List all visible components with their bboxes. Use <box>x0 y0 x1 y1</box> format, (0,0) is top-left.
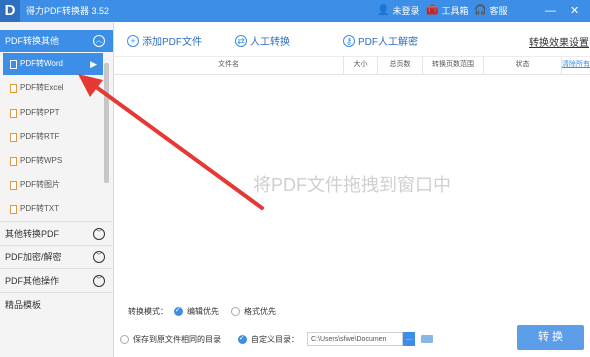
mode-format-radio[interactable] <box>231 307 240 316</box>
sidebar-item-label: PDF转图片 <box>20 180 60 189</box>
mode-edit-label: 编辑优先 <box>187 307 219 316</box>
group-other-to-pdf[interactable]: 其他转换PDF ﹀ <box>0 223 113 245</box>
save-same-label: 保存到原文件相同的目录 <box>133 334 221 344</box>
manual-unlock-button[interactable]: ⚷ PDF人工解密 <box>343 33 418 48</box>
group-label: 精品模板 <box>5 300 42 310</box>
login-label: 未登录 <box>392 6 420 16</box>
manual-convert-label: 人工转换 <box>250 37 290 48</box>
sidebar-item-label: PDF转TXT <box>20 204 60 213</box>
file-table-header: 文件名 大小 总页数 转换页数范围 状态 清除所有 <box>114 56 590 75</box>
custom-dir-radio[interactable] <box>238 334 247 344</box>
service-button[interactable]: 🎧 客服 <box>474 0 507 22</box>
plus-icon: + <box>127 34 139 47</box>
column-status: 状态 <box>484 56 562 74</box>
group-label: PDF转换其他 <box>5 36 60 46</box>
column-filename: 文件名 <box>114 56 344 74</box>
sidebar-item-label: PDF转Excel <box>20 83 64 92</box>
sidebar-item-pdf-to-wps[interactable]: PDF转WPS <box>3 150 103 172</box>
sidebar-scrollbar[interactable] <box>104 63 109 183</box>
column-page-range: 转换页数范围 <box>423 56 484 74</box>
sidebar-item-label: PDF转WPS <box>20 156 63 165</box>
close-button[interactable]: ✕ <box>570 0 579 22</box>
key-icon: ⚷ <box>343 34 355 47</box>
sidebar-item-pdf-to-txt[interactable]: PDF转TXT <box>3 198 103 220</box>
divider <box>0 268 113 269</box>
sidebar: PDF转换其他 ︿ PDF转Word ▶ PDF转Excel PDF转PPT P… <box>0 22 114 357</box>
effect-settings-link[interactable]: 转换效果设置 <box>529 34 589 49</box>
mode-label: 转换模式： <box>128 307 168 316</box>
chevron-down-icon: ﹀ <box>93 275 105 287</box>
file-icon <box>10 108 17 118</box>
headset-icon: 🎧 <box>474 5 487 16</box>
mode-edit-radio[interactable] <box>174 306 183 316</box>
folder-icon[interactable] <box>421 335 433 343</box>
custom-dir-label: 自定义目录： <box>251 334 299 344</box>
sidebar-item-pdf-to-excel[interactable]: PDF转Excel <box>3 77 103 99</box>
output-dir-row: 保存到原文件相同的目录 自定义目录： C:\Users\sfwe\Documen… <box>120 332 450 346</box>
column-size: 大小 <box>344 56 378 74</box>
drop-hint: 将PDF文件拖拽到窗口中 <box>253 175 451 195</box>
sidebar-item-label: PDF转RTF <box>20 132 60 141</box>
service-label: 客服 <box>489 6 508 16</box>
file-icon <box>10 83 17 93</box>
user-icon: 👤 <box>377 5 390 16</box>
convert-button[interactable]: 转 换 <box>517 325 584 350</box>
swap-icon: ⇄ <box>235 34 247 47</box>
divider <box>0 221 113 222</box>
chevron-right-icon: ▶ <box>90 59 97 69</box>
chevron-down-icon: ﹀ <box>93 251 105 263</box>
file-icon <box>10 59 17 69</box>
sidebar-item-label: PDF转Word <box>20 59 63 68</box>
chevron-up-icon: ︿ <box>93 35 105 47</box>
divider <box>0 292 113 293</box>
app-title: 得力PDF转换器 3.52 <box>26 6 110 16</box>
file-icon <box>10 156 17 166</box>
group-label: PDF加密/解密 <box>5 252 62 262</box>
login-button[interactable]: 👤 未登录 <box>377 0 419 22</box>
sidebar-item-label: PDF转PPT <box>20 108 60 117</box>
add-pdf-label: 添加PDF文件 <box>142 37 202 48</box>
add-pdf-button[interactable]: + 添加PDF文件 <box>127 33 202 48</box>
group-templates[interactable]: 精品模板 <box>0 294 113 316</box>
app-logo: D <box>0 0 20 22</box>
drop-zone[interactable]: 将PDF文件拖拽到窗口中 <box>114 74 590 296</box>
chevron-down-icon: ﹀ <box>93 228 105 240</box>
file-icon <box>10 204 17 214</box>
toolbox-icon: 🧰 <box>426 5 439 16</box>
file-icon <box>10 180 17 190</box>
group-pdf-to-other[interactable]: PDF转换其他 ︿ <box>0 30 113 52</box>
group-label: PDF其他操作 <box>5 276 60 286</box>
mode-format-label: 格式优先 <box>244 307 276 316</box>
manual-convert-button[interactable]: ⇄ 人工转换 <box>235 33 290 48</box>
clear-all-link[interactable]: 清除所有 <box>562 56 590 74</box>
toolbox-label: 工具箱 <box>441 6 469 16</box>
title-bar: D 得力PDF转换器 3.52 👤 未登录 🧰 工具箱 🎧 客服 — ✕ <box>0 0 590 22</box>
browse-button[interactable]: ... <box>403 332 415 346</box>
group-pdf-other-ops[interactable]: PDF其他操作 ﹀ <box>0 270 113 292</box>
sidebar-item-pdf-to-ppt[interactable]: PDF转PPT <box>3 102 103 124</box>
conversion-mode-row: 转换模式： 编辑优先 格式优先 <box>128 306 428 317</box>
output-path-field[interactable]: C:\Users\sfwe\Documen <box>307 332 403 346</box>
save-same-radio[interactable] <box>120 334 129 344</box>
sidebar-item-pdf-to-image[interactable]: PDF转图片 <box>3 174 103 196</box>
sidebar-item-pdf-to-rtf[interactable]: PDF转RTF <box>3 126 103 148</box>
group-label: 其他转换PDF <box>5 229 60 239</box>
file-icon <box>10 132 17 142</box>
column-pages: 总页数 <box>378 56 423 74</box>
manual-unlock-label: PDF人工解密 <box>358 37 418 48</box>
toolbox-button[interactable]: 🧰 工具箱 <box>426 0 468 22</box>
group-pdf-encrypt[interactable]: PDF加密/解密 ﹀ <box>0 246 113 268</box>
minimize-button[interactable]: — <box>545 0 556 22</box>
sidebar-item-pdf-to-word[interactable]: PDF转Word ▶ <box>3 53 103 75</box>
toolbar: + 添加PDF文件 ⇄ 人工转换 ⚷ PDF人工解密 转换效果设置 <box>114 22 590 57</box>
